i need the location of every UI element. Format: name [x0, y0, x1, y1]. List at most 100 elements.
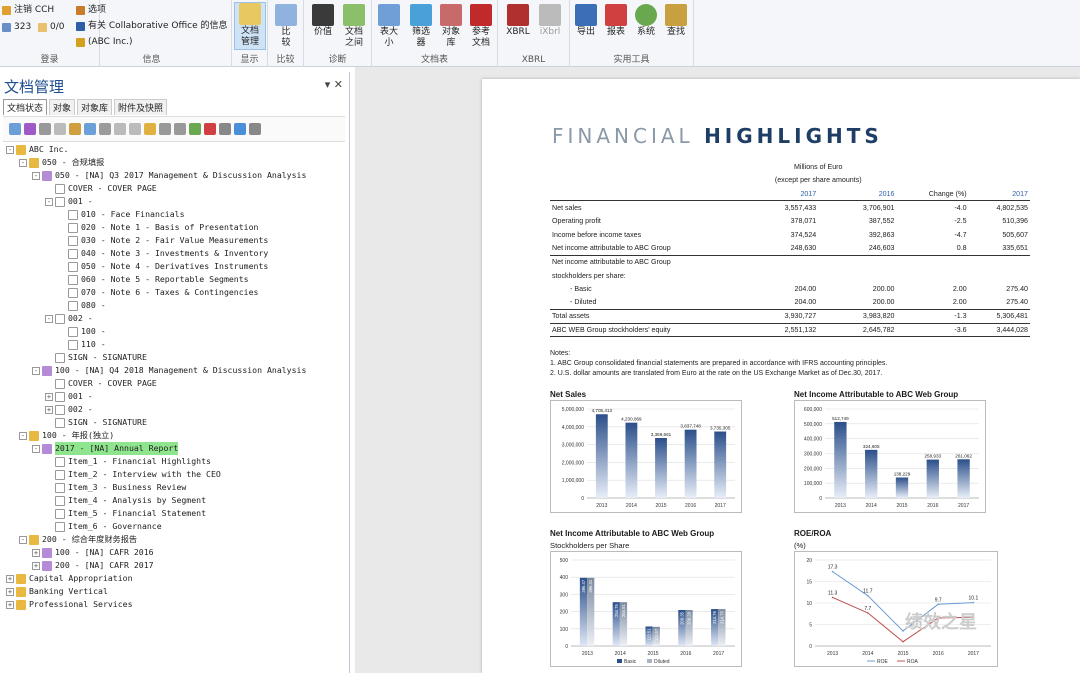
collapse-icon[interactable]: -: [32, 366, 40, 375]
toolbar-tool-icon[interactable]: [129, 123, 141, 135]
y-tick-label: 100,000: [804, 481, 822, 487]
doclink-button[interactable]: 文档之间: [340, 4, 368, 49]
y-tick-label: 5: [809, 623, 812, 629]
collapse-icon[interactable]: -: [32, 171, 40, 180]
tree-item[interactable]: - 001 -: [45, 195, 93, 208]
tree-item[interactable]: Item_3 - Business Review: [45, 481, 186, 494]
tree-item[interactable]: 040 - Note 3 - Investments & Inventory: [58, 247, 268, 260]
toolbar-tool-icon[interactable]: [39, 123, 51, 135]
tree-item[interactable]: - ABC Inc.: [6, 143, 68, 156]
tree-item[interactable]: 050 - Note 4 - Derivatives Instruments: [58, 260, 268, 273]
expand-icon[interactable]: +: [6, 574, 14, 583]
tree-item[interactable]: - 2017 - [NA] Annual Report: [32, 442, 179, 455]
about-button[interactable]: 有关 Collaborative Office 的信息: [76, 20, 228, 32]
tree-item[interactable]: 060 - Note 5 - Reportable Segments: [58, 273, 249, 286]
tree-item[interactable]: Item_4 - Analysis by Segment: [45, 494, 206, 507]
toolbar-tool-icon[interactable]: [99, 123, 111, 135]
toolbar-tool-icon[interactable]: [249, 123, 261, 135]
tab-objects[interactable]: 对象: [49, 99, 76, 115]
toolbar-tool-icon[interactable]: [174, 123, 186, 135]
toolbar-tool-icon[interactable]: [144, 123, 156, 135]
collapse-icon[interactable]: -: [45, 197, 53, 206]
toolbar-tool-icon[interactable]: [189, 123, 201, 135]
toolbar-tool-icon[interactable]: [219, 123, 231, 135]
tree-item[interactable]: + Professional Services: [6, 598, 133, 611]
document-area: FINANCIAL HIGHLIGHTS Millions of Euro (ex…: [355, 67, 1080, 673]
y-tick-label: 1,000,000: [562, 478, 584, 484]
collapse-icon[interactable]: -: [19, 158, 27, 167]
company-icon: [76, 37, 85, 47]
tree-item[interactable]: 020 - Note 1 - Basis of Presentation: [58, 221, 258, 234]
table-cell: 3,706,901: [818, 200, 897, 215]
tree-item[interactable]: Item_5 - Financial Statement: [45, 507, 206, 520]
collapse-icon[interactable]: -: [19, 431, 27, 440]
expand-icon[interactable]: +: [32, 548, 40, 557]
compare-button[interactable]: 比较: [272, 4, 300, 49]
toolbar-tool-icon[interactable]: [54, 123, 66, 135]
tree-item[interactable]: - 100 - [NA] Q4 2018 Management & Discuss…: [32, 364, 306, 377]
options-button[interactable]: 选项: [76, 4, 106, 16]
tree-item[interactable]: SIGN - SIGNATURE: [45, 351, 147, 364]
system-button[interactable]: 系统: [632, 4, 660, 38]
tree-item-label: Item_6 - Governance: [68, 521, 162, 531]
toolbar-tool-icon[interactable]: [9, 123, 21, 135]
tree-item[interactable]: - 050 - 合规填报: [19, 156, 104, 169]
xbrl-button[interactable]: XBRL: [504, 4, 532, 38]
collapse-icon[interactable]: -: [32, 444, 40, 453]
tree-item[interactable]: - 200 - 综合年度财务报告: [19, 533, 137, 546]
tree-item[interactable]: Item_1 - Financial Highlights: [45, 455, 211, 468]
tree-item[interactable]: +200 - [NA] CAFR 2017: [32, 559, 154, 572]
filter-button[interactable]: 筛选器: [408, 4, 434, 49]
refdoc-button[interactable]: 参考文档: [468, 4, 494, 49]
toolbar-tool-icon[interactable]: [69, 123, 81, 135]
objlib-button[interactable]: 对象库: [438, 4, 464, 49]
tree-item[interactable]: COVER - COVER PAGE: [45, 377, 157, 390]
tree-item[interactable]: 110 -: [58, 338, 106, 351]
export-button[interactable]: 导出: [572, 4, 600, 38]
logout-button[interactable]: 注销 CCH: [2, 4, 54, 16]
find-button[interactable]: 查找: [662, 4, 690, 38]
collapse-icon[interactable]: -: [19, 535, 27, 544]
tablesize-button[interactable]: 表大小: [376, 4, 402, 49]
ixbrl-button[interactable]: iXbrl: [536, 4, 564, 38]
toolbar-tool-icon[interactable]: [159, 123, 171, 135]
collapse-icon[interactable]: -: [6, 145, 14, 154]
tree-item[interactable]: 100 -: [58, 325, 106, 338]
tab-object-library[interactable]: 对象库: [77, 99, 113, 115]
toolbar-tool-icon[interactable]: [24, 123, 36, 135]
tree-item[interactable]: - 002 -: [45, 312, 93, 325]
data-label: 17.3: [828, 565, 838, 571]
tree-item[interactable]: +001 -: [45, 390, 93, 403]
report-button[interactable]: 报表: [602, 4, 630, 38]
tree-item[interactable]: 080 -: [58, 299, 106, 312]
tree-item[interactable]: - 100 - 年报(独立): [19, 429, 114, 442]
tab-attachments[interactable]: 附件及快照: [114, 99, 168, 115]
tree-item-label: 200 - [NA] CAFR 2017: [55, 560, 154, 570]
tree-item[interactable]: 030 - Note 2 - Fair Value Measurements: [58, 234, 268, 247]
expand-icon[interactable]: +: [32, 561, 40, 570]
expand-icon[interactable]: +: [45, 405, 53, 414]
toolbar-tool-icon[interactable]: [114, 123, 126, 135]
tree-item[interactable]: + Banking Vertical: [6, 585, 108, 598]
tree-item[interactable]: COVER - COVER PAGE: [45, 182, 157, 195]
tree-item[interactable]: Item_2 - Interview with the CEO: [45, 468, 221, 481]
expand-icon[interactable]: +: [6, 600, 14, 609]
value-button[interactable]: 价值: [310, 4, 336, 38]
tree-item[interactable]: 070 - Note 6 - Taxes & Contingencies: [58, 286, 258, 299]
expand-icon[interactable]: +: [6, 587, 14, 596]
tab-doc-status[interactable]: 文档状态: [3, 99, 48, 115]
tree-item[interactable]: Item_6 - Governance: [45, 520, 162, 533]
toolbar-tool-icon[interactable]: [84, 123, 96, 135]
toolbar-tool-icon[interactable]: [204, 123, 216, 135]
expand-icon[interactable]: +: [45, 392, 53, 401]
tree-item[interactable]: 010 - Face Financials: [58, 208, 185, 221]
tree-item[interactable]: +100 - [NA] CAFR 2016: [32, 546, 154, 559]
panel-controls[interactable]: ▾ ✕: [325, 78, 343, 91]
collapse-icon[interactable]: -: [45, 314, 53, 323]
tree-item[interactable]: SIGN - SIGNATURE: [45, 416, 147, 429]
tree-item[interactable]: + Capital Appropriation: [6, 572, 133, 585]
tree-item[interactable]: +002 -: [45, 403, 93, 416]
toolbar-tool-icon[interactable]: [234, 123, 246, 135]
doc-mgmt-button[interactable]: 文档管理: [234, 2, 266, 50]
tree-item[interactable]: - 050 - [NA] Q3 2017 Management & Discuss…: [32, 169, 306, 182]
